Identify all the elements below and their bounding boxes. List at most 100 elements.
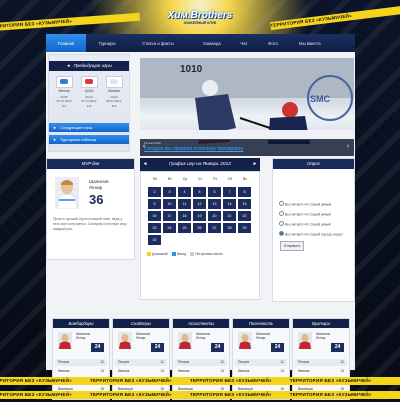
poll-option[interactable]: Вы считаете что Сашой хорошо играет <box>279 231 343 237</box>
stat-row[interactable]: Иванов 13 <box>115 368 167 375</box>
calendar-day[interactable]: 24 <box>163 223 176 233</box>
stat-card: СнайперыШапиловЛенар24Петров12Иванов13Ко… <box>112 318 170 400</box>
calendar-day[interactable]: 12 <box>193 199 206 209</box>
nav-item-chat[interactable]: Чат <box>232 34 256 52</box>
team-logo <box>80 76 98 88</box>
stat-card: Полезность Шапилов Ленар 24 Петров 12 Иванов 13… <box>232 318 290 400</box>
calendar-day[interactable]: 4 <box>178 187 191 197</box>
match-date: 20:00 06.12.2012 <box>56 95 72 103</box>
svg-text:1010: 1010 <box>180 64 203 75</box>
stat-player: Иванов <box>58 369 70 373</box>
stat-player: Иванов <box>238 369 250 373</box>
calendar-day[interactable]: 13 <box>208 199 221 209</box>
player-name: Шапилов Ленар <box>76 332 91 340</box>
match-date: 20:00 07.12.2012 <box>81 95 97 103</box>
calendar-day[interactable]: 8 <box>238 187 251 197</box>
caution-tape-bottom-lower: ТЕРРИТОРИЯ БЕЗ «КУЗЬМИЧЕЙ»ТЕРРИТОРИЯ БЕЗ… <box>0 391 400 399</box>
mvp-photo <box>55 177 79 209</box>
calendar-day[interactable]: 25 <box>178 223 191 233</box>
calendar-day[interactable]: 14 <box>223 199 236 209</box>
stat-player: Петров <box>298 360 310 364</box>
calendar-day[interactable]: 18 <box>178 211 191 221</box>
calendar-day[interactable]: 10 <box>163 199 176 209</box>
hero-prev-arrow[interactable]: ‹ <box>140 140 148 154</box>
weekday-label: Пн <box>152 177 158 181</box>
nav-item-together[interactable]: Мы вместе <box>290 34 330 52</box>
stat-row[interactable]: Петров 12 <box>295 359 347 366</box>
match-card[interactable]: ЦСКА 20:00 07.12.2012 2-4 <box>77 74 101 120</box>
calendar-day[interactable]: 19 <box>193 211 206 221</box>
poll-option[interactable]: Вы считаете что Сашой умный <box>279 211 331 217</box>
weekday-label: Ср <box>182 177 188 181</box>
nav-item-photo[interactable]: Фото <box>258 34 288 52</box>
calendar-next-button[interactable]: ► <box>250 158 260 171</box>
poll-option[interactable]: Вы считаете что Сашой умным <box>279 201 331 207</box>
calendar-day[interactable]: 21 <box>223 211 236 221</box>
nav-item-tournaments[interactable]: Турниры <box>88 34 126 52</box>
poll-option[interactable]: Вы считаете что Сашой умный <box>279 221 331 227</box>
calendar-day[interactable]: 28 <box>223 223 236 233</box>
hero-title-link[interactable]: Сегодня мы провели отличную тренировку <box>144 146 244 152</box>
stat-value: 12 <box>280 360 284 364</box>
hero-slider[interactable]: 1010 SMC 16 мая 2011 Сегодня мы провели … <box>140 58 354 156</box>
calendar-day[interactable]: 27 <box>208 223 221 233</box>
calendar-body: Пн Вт Ср Чт Пт Сб Вс 2 3 4 5 6 7 8 9 10 11 12 13 14 15 16 17 18… <box>140 171 260 300</box>
stat-row[interactable]: Иванов 13 <box>175 368 227 375</box>
next-games-button[interactable]: ► Следующие игры <box>49 123 129 132</box>
calendar-day[interactable]: 9 <box>148 199 161 209</box>
mvp-number: 36 <box>89 192 104 207</box>
calendar-day[interactable]: 7 <box>223 187 236 197</box>
stat-row[interactable]: Иванов 13 <box>295 368 347 375</box>
stat-card-title: Вратари <box>293 319 349 328</box>
stat-value: 12 <box>340 360 344 364</box>
calendar-day[interactable]: 30 <box>148 235 161 245</box>
svg-text:SMC: SMC <box>310 94 331 104</box>
legend-swatch <box>147 252 151 256</box>
player-number: 24 <box>211 343 224 352</box>
stat-row[interactable]: Петров 12 <box>235 359 287 366</box>
calendar-day[interactable]: 16 <box>148 211 161 221</box>
stat-row[interactable]: Петров 12 <box>175 359 227 366</box>
stat-row[interactable]: Петров 12 <box>55 359 107 366</box>
stat-row[interactable]: Иванов 13 <box>235 368 287 375</box>
calendar-day[interactable]: 20 <box>208 211 221 221</box>
hero-caption: 16 мая 2011 Сегодня мы провели отличную … <box>140 139 354 156</box>
calendar-day[interactable]: 17 <box>163 211 176 221</box>
poll-submit-button[interactable]: Отправить <box>280 241 304 251</box>
match-card[interactable]: Молния 20:00 08.12.2012 5-2 <box>102 74 126 120</box>
calendar-day[interactable]: 2 <box>148 187 161 197</box>
arrow-right-icon: ► <box>53 137 57 142</box>
logo-text: Хим.Brothers <box>167 10 233 21</box>
calendar-day[interactable]: 11 <box>178 199 191 209</box>
calendar-day[interactable]: 3 <box>163 187 176 197</box>
match-card[interactable]: Метеор 20:00 06.12.2012 3-1 <box>52 74 76 120</box>
stat-row[interactable]: Петров 12 <box>115 359 167 366</box>
calendar-day[interactable]: 15 <box>238 199 251 209</box>
calendar-day[interactable]: 26 <box>193 223 206 233</box>
calendar-day[interactable]: 23 <box>148 223 161 233</box>
nav-item-home[interactable]: Главная <box>46 34 86 52</box>
stat-player: Петров <box>118 360 130 364</box>
calendar-day[interactable]: 5 <box>193 187 206 197</box>
stats-section: Бомбардиры Шапилов Ленар 24 Петров 12 Иванов 13… <box>52 318 350 402</box>
nav-item-team[interactable]: Команда <box>192 34 232 52</box>
calendar-day[interactable]: 6 <box>208 187 221 197</box>
site-logo[interactable]: Хим.Brothers ХОККЕЙНЫЙ КЛУБ <box>160 6 240 28</box>
stat-row[interactable]: Иванов 13 <box>55 368 107 375</box>
calendar-legend: Домашний Выезд Неторговые матчи <box>147 252 226 256</box>
hero-next-arrow[interactable]: › <box>344 140 352 154</box>
nav-item-articles[interactable]: Статья и факты <box>128 34 188 52</box>
arrow-right-icon: ► <box>53 125 57 130</box>
standings-button[interactable]: ► Турнирная таблица <box>49 135 129 144</box>
stat-player: Иванов <box>298 369 310 373</box>
player-photo <box>118 332 132 349</box>
stat-value: 13 <box>280 369 284 373</box>
team-name: Метеор <box>58 89 70 93</box>
calendar-day[interactable]: 29 <box>238 223 251 233</box>
calendar-prev-button[interactable]: ◄ <box>140 158 150 171</box>
main-page: Главная Турниры Статья и факты Команда Ч… <box>46 34 355 400</box>
radio-icon <box>279 231 284 236</box>
legend-label: Неторговые матчи <box>195 252 223 256</box>
calendar-day[interactable]: 22 <box>238 211 251 221</box>
legend-item: Домашний <box>147 252 168 256</box>
